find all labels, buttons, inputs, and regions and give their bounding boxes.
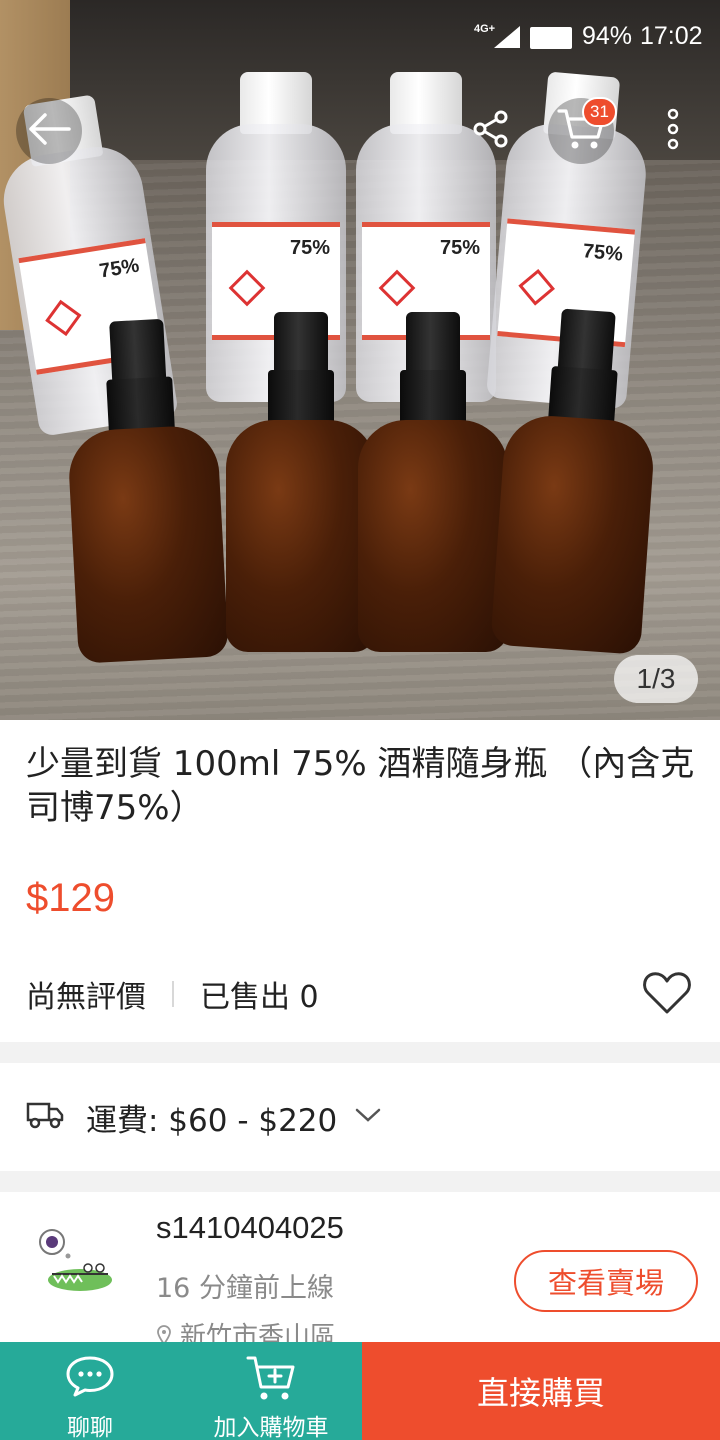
add-to-cart-label: 加入購物車 (180, 1408, 362, 1440)
more-vertical-icon (666, 108, 680, 154)
seller-username[interactable]: s1410404025 (156, 1210, 344, 1246)
divider (172, 981, 174, 1007)
section-divider (0, 1042, 720, 1063)
chat-bubble-icon (64, 1354, 116, 1402)
signal-icon (494, 26, 520, 55)
avatar[interactable] (28, 1222, 120, 1302)
buy-now-button[interactable]: 直接購買 (362, 1342, 720, 1440)
product-stats: 尚無評價 已售出 0 (26, 972, 319, 1016)
shipping-row[interactable]: 運費: $60 - $220 (0, 1063, 720, 1171)
image-counter: 1/3 (614, 655, 698, 703)
like-button[interactable] (640, 966, 694, 1020)
share-button[interactable] (458, 98, 524, 164)
amber-spray-bottle (61, 316, 229, 663)
amber-spray-bottle (490, 305, 663, 655)
status-bar: 4G+ 94% 17:02 (0, 0, 720, 76)
product-price: $129 (26, 876, 115, 921)
share-icon (471, 109, 511, 153)
heart-icon (640, 1005, 694, 1024)
seller-last-online: 16 分鐘前上線 (156, 1266, 334, 1305)
add-to-cart-icon (245, 1354, 297, 1408)
amber-spray-bottle (358, 312, 508, 652)
more-options-button[interactable] (640, 98, 706, 164)
chevron-down-icon[interactable] (355, 1107, 381, 1127)
section-divider (0, 1171, 720, 1192)
clock: 17:02 (640, 22, 703, 51)
back-arrow-icon (27, 112, 71, 150)
seller-card: s1410404025 16 分鐘前上線 新竹市香山區 查看賣場 (0, 1192, 720, 1342)
amber-spray-bottle (226, 312, 376, 652)
rating-text[interactable]: 尚無評價 (26, 972, 146, 1016)
chat-button[interactable]: 聊聊 (0, 1342, 180, 1440)
chat-label: 聊聊 (0, 1408, 180, 1440)
shipping-fee: 運費: $60 - $220 (86, 1095, 337, 1140)
product-title: 少量到貨 100ml 75% 酒精隨身瓶 （內含克司博75%） (26, 742, 706, 830)
bottom-action-bar: 聊聊 加入購物車 直接購買 (0, 1342, 720, 1440)
add-to-cart-button[interactable]: 加入購物車 (180, 1342, 362, 1440)
sold-count: 已售出 0 (200, 972, 319, 1016)
battery-icon (530, 27, 572, 49)
cart-count-badge: 31 (582, 97, 617, 127)
network-type: 4G+ (474, 24, 495, 35)
view-shop-button[interactable]: 查看賣場 (514, 1250, 698, 1312)
battery-percent: 94% (582, 22, 632, 51)
back-button[interactable] (16, 98, 82, 164)
truck-icon (26, 1100, 64, 1134)
